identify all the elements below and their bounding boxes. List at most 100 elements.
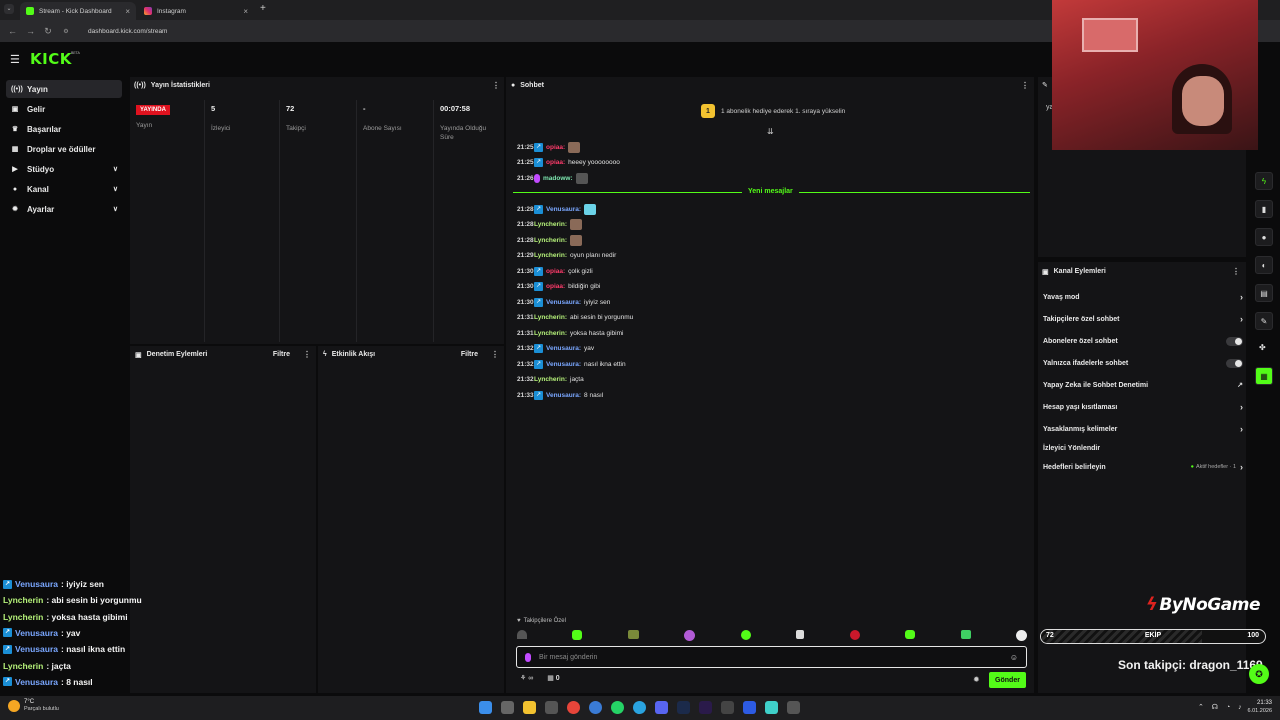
message-username[interactable]: Lyncherin: [534,237,567,244]
chat-message[interactable]: 21:25 ↗ opiaa: [517,140,581,154]
scroll-down-icon[interactable]: ⇊ [767,127,774,136]
message-username[interactable]: Venusaura: [546,206,581,213]
capcut-icon[interactable] [721,701,734,714]
system-tray[interactable]: ⌃ ☊ ◔ ♪ [1198,703,1245,711]
chat-message[interactable]: 21:30 ↗ opiaa: çolk gizli [517,264,593,278]
more-icon[interactable]: ⋮ [1021,81,1029,90]
search-icon[interactable] [501,701,514,714]
emoji-icon[interactable]: ☺ [1010,653,1018,662]
chat-message[interactable]: 21:32↗Lyncherin:jaçta [517,373,584,387]
whatsapp-icon[interactable] [611,701,624,714]
message-username[interactable]: opiaa: [546,159,565,166]
action-goals[interactable]: Hedefleri belirleyin ● Aktif hedefler · 1… [1043,456,1243,478]
chat-message[interactable]: 21:26 madoww: [517,171,588,185]
chat-message[interactable]: 21:30 ↗ Venusaura: iyiyiz sen [517,295,610,309]
discord-icon[interactable] [655,701,668,714]
message-username[interactable]: Lyncherin: [534,252,567,259]
emote-icon[interactable] [570,219,582,230]
message-username[interactable]: Lyncherin: [534,330,567,337]
lightning-button[interactable]: ϟ [1255,172,1273,190]
tools-button[interactable]: ✎ [1255,312,1273,330]
emote-icon[interactable] [584,203,597,215]
kick-logo[interactable]: KICK [30,50,72,68]
sidebar-item-gelir[interactable]: ▣ Gelir [6,100,122,118]
sidebar-item-kanal[interactable]: ● Kanal ∨ [6,180,122,198]
message-username[interactable]: madoww: [543,175,573,182]
layout-button[interactable]: ▤ [1255,284,1273,302]
reload-icon[interactable]: ↻ [44,26,52,37]
action-followers-only[interactable]: Takipçilere özel sohbet › [1043,308,1243,330]
emote-icon[interactable] [960,630,971,639]
gift-promo-banner[interactable]: 1 1 abonelik hediye ederek 1. sıraya yük… [701,104,845,118]
message-username[interactable]: opiaa: [546,268,565,275]
browser-icon[interactable] [589,701,602,714]
chat-message[interactable]: 21:31↗Lyncherin:yoksa hasta gibimi [517,326,623,340]
chat-message[interactable]: 21:25 ↗ opiaa: heeey yoooooooo [517,156,620,170]
store-icon[interactable] [545,701,558,714]
chat-settings-icon[interactable]: ✹ [973,675,980,684]
emote-icon[interactable] [572,630,583,640]
emote-icon[interactable] [905,630,916,639]
chat-message[interactable]: 21:29↗Lyncherin:oyun planı nedir [517,249,616,263]
message-username[interactable]: Venusaura: [546,392,581,399]
vpn-icon[interactable] [765,701,778,714]
emote-icon[interactable] [627,630,639,639]
site-info-icon[interactable]: ⚙ [62,28,70,35]
action-ai-moderation[interactable]: Yapay Zeka ile Sohbet Denetimi ↗ [1043,374,1243,396]
chat-message[interactable]: 21:31↗Lyncherin:abi sesin bi yorgunmu [517,311,633,325]
more-icon[interactable]: ⋮ [491,350,499,359]
sidebar-item-ayarlar[interactable]: ✹ Ayarlar ∨ [6,200,122,218]
emote-icon[interactable] [684,630,696,641]
app-icon[interactable] [787,701,800,714]
photoshop-icon[interactable] [677,701,690,714]
emote-only-toggle[interactable] [1226,358,1243,368]
chat-message[interactable]: 21:33 ↗ Venusaura: 8 nasıl [517,388,603,402]
send-button[interactable]: Gönder [989,672,1026,688]
message-username[interactable]: Venusaura: [546,361,581,368]
sidebar-item-studyo[interactable]: ▶ Stüdyo ∨ [6,160,122,178]
forward-icon[interactable]: → [26,26,35,36]
message-username[interactable]: Lyncherin: [534,376,567,383]
emote-icon[interactable] [575,172,588,184]
emote-icon[interactable] [796,630,805,639]
close-icon[interactable]: × [125,7,130,16]
message-username[interactable]: Lyncherin: [534,314,567,321]
chat-input-box[interactable]: Bir mesaj gönderin ☺ [516,646,1027,668]
chat-input[interactable]: Bir mesaj gönderin [539,654,597,661]
clock[interactable]: 21:33 6.01.2026 [1244,699,1272,715]
address-bar[interactable]: dashboard.kick.com/stream [88,28,167,35]
chat-message[interactable]: 21:30 ↗ opiaa: bildiğin gibi [517,280,600,294]
chrome-icon[interactable] [567,701,580,714]
action-account-age[interactable]: Hesap yaşı kısıtlaması › [1043,396,1243,418]
poll-button[interactable]: ◐ [1255,256,1273,274]
weather-widget[interactable]: 7°C Parçalı bulutlu [8,699,59,713]
emote-icon[interactable] [570,234,582,246]
emote-icon[interactable] [849,630,860,640]
emote-icon[interactable] [568,141,581,153]
tab-instagram[interactable]: Instagram × [138,2,254,20]
menu-icon[interactable]: ☰ [10,53,20,66]
chat-message[interactable]: 21:32 ↗ Venusaura: yav [517,342,594,356]
message-username[interactable]: opiaa: [546,144,565,151]
points-icon[interactable]: ⚘ ∞ [520,674,533,682]
chat-bubble-button[interactable]: ● [1255,228,1273,246]
telegram-icon[interactable] [633,701,646,714]
file-explorer-icon[interactable] [523,701,536,714]
close-icon[interactable]: × [243,7,248,16]
more-icon[interactable]: ⋮ [492,81,500,90]
sidebar-item-droplar[interactable]: ▦ Droplar ve ödüller [6,140,122,158]
moderation-filter-button[interactable]: Filtre [273,351,290,358]
message-username[interactable]: Venusaura: [546,345,581,352]
emote-icon[interactable] [1015,630,1027,641]
app-button[interactable]: ▦ [1255,367,1273,385]
more-icon[interactable]: ⋮ [1232,267,1240,276]
emote-strip[interactable] [517,630,1027,642]
message-username[interactable]: Lyncherin: [534,221,567,228]
chat-message[interactable]: 21:28↗Lyncherin: [517,218,582,232]
subscribers-only-toggle[interactable] [1226,336,1243,346]
tab-search-button[interactable]: ⌄ [4,4,14,14]
chat-message[interactable]: 21:32 ↗ Venusaura: nasıl ikna ettin [517,357,626,371]
back-icon[interactable]: ← [8,26,17,36]
action-slow-mode[interactable]: Yavaş mod › [1043,286,1243,308]
puzzle-icon[interactable]: ✤ [1259,343,1266,352]
